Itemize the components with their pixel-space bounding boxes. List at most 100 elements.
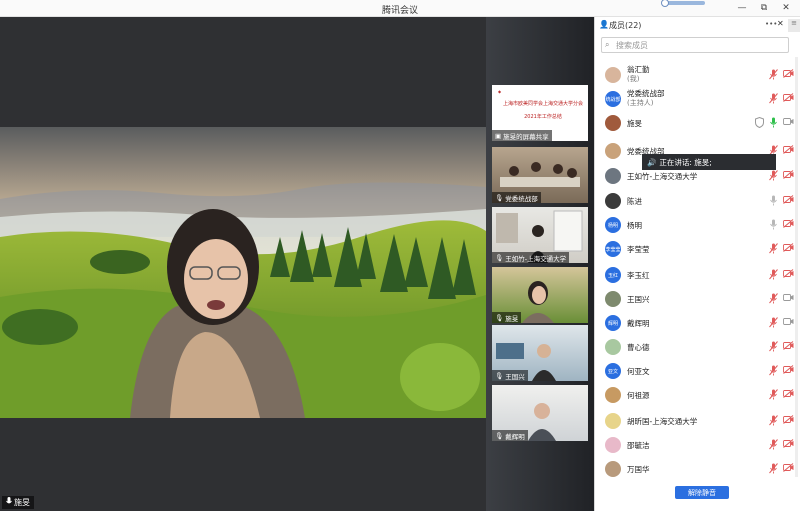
avatar bbox=[605, 115, 621, 131]
camera-off-icon[interactable] bbox=[783, 93, 794, 105]
member-name: 曹心德 bbox=[627, 343, 650, 352]
member-name: 戴辉明 bbox=[627, 319, 650, 328]
microphone-muted-icon[interactable] bbox=[769, 243, 779, 255]
speaker-name: 施旻 bbox=[14, 498, 30, 507]
thumbnail-label: 🎙 戴辉明 bbox=[492, 430, 528, 441]
member-name: 杨明 bbox=[627, 221, 642, 230]
thumbnail-video[interactable]: 🎙 王如竹-上海交通大学 bbox=[492, 207, 588, 263]
minimize-button[interactable]: — bbox=[736, 2, 748, 14]
thumbnail-label: 🎙 党委统战部 bbox=[492, 192, 541, 203]
avatar: 统战部 bbox=[605, 91, 621, 107]
member-row[interactable]: 辉明 戴辉明 bbox=[595, 311, 800, 335]
camera-off-icon[interactable] bbox=[783, 145, 794, 157]
member-row[interactable]: 陈进 bbox=[595, 189, 800, 213]
avatar: 亚文 bbox=[605, 363, 621, 379]
avatar bbox=[605, 291, 621, 307]
member-row[interactable]: 统战部 党委统战部 (主持人) bbox=[595, 87, 800, 111]
thumbnail-label: 🎙 王国兴 bbox=[492, 370, 528, 381]
screen-share-icon: ▣ bbox=[495, 131, 502, 140]
microphone-muted-icon[interactable] bbox=[769, 269, 779, 281]
microphone-icon: 🎙 bbox=[495, 193, 504, 202]
avatar bbox=[605, 461, 621, 477]
avatar bbox=[605, 413, 621, 429]
speaking-text: 正在讲话: 施旻; bbox=[659, 157, 712, 167]
camera-off-icon[interactable] bbox=[783, 365, 794, 377]
microphone-muted-icon[interactable] bbox=[769, 293, 779, 305]
microphone-muted-icon[interactable] bbox=[769, 69, 779, 81]
speaking-tooltip: 🔊 正在讲话: 施旻; bbox=[642, 154, 776, 170]
thumbnail-video[interactable]: 🎙 党委统战部 bbox=[492, 147, 588, 203]
member-row[interactable]: 万国华 bbox=[595, 457, 800, 481]
microphone-muted-icon[interactable] bbox=[769, 93, 779, 105]
member-row[interactable]: 胡昕国-上海交通大学 bbox=[595, 409, 800, 433]
member-name: 施旻 bbox=[627, 119, 642, 128]
microphone-muted-icon[interactable] bbox=[769, 317, 779, 329]
camera-off-icon[interactable] bbox=[783, 219, 794, 231]
member-row[interactable]: 曹心德 bbox=[595, 335, 800, 359]
camera-icon[interactable] bbox=[783, 117, 794, 129]
microphone-muted-icon[interactable] bbox=[769, 389, 779, 401]
microphone-muted-icon[interactable] bbox=[769, 341, 779, 353]
camera-off-icon[interactable] bbox=[783, 170, 794, 182]
member-name: 王如竹-上海交通大学 bbox=[627, 172, 698, 181]
microphone-muted-icon[interactable] bbox=[769, 439, 779, 451]
camera-off-icon[interactable] bbox=[783, 389, 794, 401]
avatar: 李莹莹 bbox=[605, 241, 621, 257]
avatar bbox=[605, 193, 621, 209]
microphone-icon: 🎙 bbox=[495, 253, 504, 262]
more-options-button[interactable]: ••• bbox=[765, 20, 777, 28]
member-row[interactable]: 施旻 bbox=[595, 111, 800, 135]
camera-off-icon[interactable] bbox=[783, 269, 794, 281]
thumbnail-video[interactable]: 🎙 施旻 bbox=[492, 267, 588, 323]
member-row[interactable]: 亚文 何亚文 bbox=[595, 359, 800, 383]
main-video-area[interactable]: 施旻 bbox=[0, 17, 486, 511]
participant-thumbnails: ◆ 上海市欧美同学会上海交通大学分会 2021年工作总结 ▣ 施旻的屏幕共享 🎙 党… bbox=[486, 17, 594, 511]
microphone-muted-icon[interactable] bbox=[769, 415, 779, 427]
member-row[interactable]: 翁汇勤 (我) bbox=[595, 63, 800, 87]
member-row[interactable]: 王国兴 bbox=[595, 287, 800, 311]
close-panel-button[interactable]: ✕ bbox=[777, 19, 784, 28]
microphone-icon[interactable] bbox=[769, 117, 779, 129]
slide-logo: ◆ bbox=[498, 89, 502, 94]
speaker-name-label: 施旻 bbox=[2, 496, 34, 509]
camera-icon[interactable] bbox=[783, 317, 794, 329]
avatar bbox=[605, 387, 621, 403]
microphone-muted-icon[interactable] bbox=[769, 170, 779, 182]
member-row[interactable]: 邵毓洁 bbox=[595, 433, 800, 457]
avatar: 玉红 bbox=[605, 267, 621, 283]
microphone-icon[interactable] bbox=[769, 219, 779, 231]
member-search[interactable]: ⌕ bbox=[601, 37, 789, 53]
camera-off-icon[interactable] bbox=[783, 195, 794, 207]
close-window-button[interactable]: ✕ bbox=[780, 2, 792, 14]
camera-off-icon[interactable] bbox=[783, 463, 794, 475]
microphone-muted-icon[interactable] bbox=[769, 365, 779, 377]
member-name: 胡昕国-上海交通大学 bbox=[627, 417, 698, 426]
microphone-icon[interactable] bbox=[769, 195, 779, 207]
member-role: (主持人) bbox=[627, 99, 654, 107]
camera-off-icon[interactable] bbox=[783, 439, 794, 451]
member-row[interactable]: 李莹莹 李莹莹 bbox=[595, 237, 800, 261]
member-search-input[interactable] bbox=[616, 39, 786, 51]
restore-button[interactable]: ⧉ bbox=[758, 2, 770, 14]
microphone-icon: 🎙 bbox=[495, 371, 504, 380]
camera-off-icon[interactable] bbox=[783, 243, 794, 255]
thumbnail-screen-share[interactable]: ◆ 上海市欧美同学会上海交通大学分会 2021年工作总结 ▣ 施旻的屏幕共享 bbox=[492, 85, 588, 141]
unmute-all-button[interactable]: 解除静音 bbox=[675, 486, 729, 499]
member-row[interactable]: 何祖源 bbox=[595, 383, 800, 407]
avatar bbox=[605, 67, 621, 83]
camera-off-icon[interactable] bbox=[783, 415, 794, 427]
camera-off-icon[interactable] bbox=[783, 69, 794, 81]
members-panel-header: 👤 成员(22) ••• ✕ ≡ bbox=[595, 17, 800, 34]
thumbnail-video[interactable]: 🎙 戴辉明 bbox=[492, 385, 588, 441]
members-panel: 👤 成员(22) ••• ✕ ≡ ⌕ 翁汇勤(我)统战部党委统战部(主持人)施旻… bbox=[594, 17, 800, 511]
thumbnail-video[interactable]: 🎙 王国兴 bbox=[492, 325, 588, 381]
member-name: 万国华 bbox=[627, 465, 650, 474]
member-row[interactable]: 玉红 李玉红 bbox=[595, 263, 800, 287]
camera-off-icon[interactable] bbox=[783, 341, 794, 353]
camera-icon[interactable] bbox=[783, 293, 794, 305]
panel-menu-icon[interactable]: ≡ bbox=[788, 19, 800, 32]
member-name: 何亚文 bbox=[627, 367, 650, 376]
speaker-video[interactable] bbox=[0, 127, 486, 418]
member-row[interactable]: 杨明 杨明 bbox=[595, 213, 800, 237]
microphone-muted-icon[interactable] bbox=[769, 463, 779, 475]
